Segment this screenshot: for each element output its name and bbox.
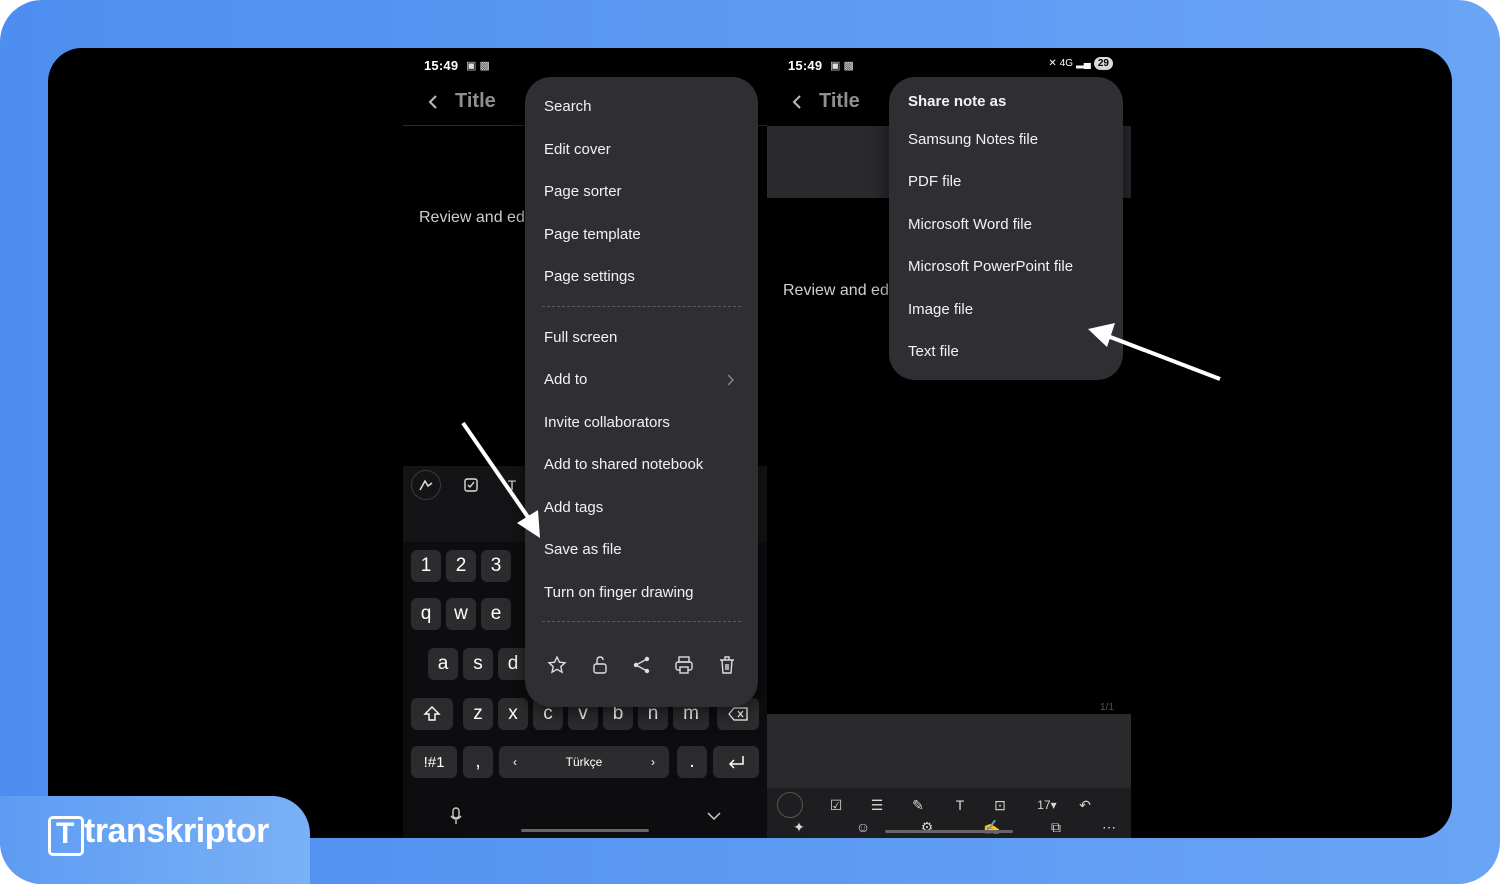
status-notification-icons: ▣ ▩ [830,60,854,72]
brand-name: transkriptor [84,812,269,850]
key-1[interactable]: 1 [411,550,441,582]
font-size-dropdown[interactable]: 17 ▾ [1029,794,1065,816]
settings-icon[interactable]: ⚙ [916,816,938,838]
share-item-pdf[interactable]: PDF file [908,173,961,190]
unlock-icon[interactable] [590,655,610,675]
status-icons: ✕ 4G ▂▄ 29 [1048,57,1113,70]
key-s[interactable]: s [463,648,493,680]
page-indicator: 1/1 [1100,702,1114,713]
checkbox-icon[interactable] [460,474,482,496]
convert-icon[interactable]: ⧉ [1045,816,1067,838]
menu-item-save-as-file[interactable]: Save as file [544,541,622,558]
language-label: Türkçe [565,755,603,769]
key-e[interactable]: e [481,598,511,630]
battery-indicator: 29 [1093,57,1113,70]
pen-icon[interactable] [777,792,803,818]
key-w[interactable]: w [446,598,476,630]
print-icon[interactable] [674,655,694,675]
space-key[interactable]: ‹ Türkçe › [499,746,669,778]
share-item-powerpoint[interactable]: Microsoft PowerPoint file [908,258,1073,275]
shift-icon [423,706,441,721]
note-header: Title [425,90,496,113]
symbols-key[interactable]: !#1 [411,746,457,778]
status-time: 15:49 [424,58,459,73]
menu-item-invite-collaborators[interactable]: Invite collaborators [544,414,670,431]
key-x[interactable]: x [498,698,528,730]
menu-item-page-sorter[interactable]: Page sorter [544,183,622,200]
menu-separator [542,621,741,622]
note-body-text[interactable]: Review and ed [783,282,889,300]
nav-handle [885,830,1013,833]
handwriting-icon[interactable]: ✍ [981,816,1003,838]
language-left-icon: ‹ [513,755,517,769]
textbox-icon[interactable]: ⊡ [989,794,1011,816]
highlighter-icon[interactable]: ✎ [907,794,929,816]
pen-icon[interactable] [411,470,441,500]
share-menu-heading: Share note as [908,93,1007,110]
key-q[interactable]: q [411,598,441,630]
emoji-icon[interactable]: ☺ [852,816,874,838]
menu-separator [542,306,741,307]
brand-logo-icon: T [48,816,84,856]
key-2[interactable]: 2 [446,550,476,582]
menu-item-add-tags[interactable]: Add tags [544,499,603,516]
menu-item-search[interactable]: Search [544,98,592,115]
share-note-menu: Share note as Samsung Notes file PDF fil… [889,77,1123,380]
note-title[interactable]: Title [819,90,860,113]
checkbox-icon[interactable]: ☑ [825,794,847,816]
back-icon[interactable] [789,93,807,111]
network-label: 4G [1059,58,1074,69]
language-right-icon: › [651,755,655,769]
ai-sparkle-icon[interactable]: ✦ [788,816,810,838]
menu-item-page-settings[interactable]: Page settings [544,268,635,285]
back-icon[interactable] [425,93,443,111]
keyboard-hide-icon[interactable] [706,810,722,822]
share-icon[interactable] [632,655,652,675]
backspace-icon [728,707,748,721]
status-time: 15:49 [788,58,823,73]
more-options-menu: Search Edit cover Page sorter Page templ… [525,77,758,707]
menu-item-full-screen[interactable]: Full screen [544,329,617,346]
share-item-text[interactable]: Text file [908,343,959,360]
text-icon[interactable]: T [949,794,971,816]
note-body-text[interactable]: Review and ed [419,209,525,227]
shift-key[interactable] [411,698,453,730]
font-size-value: 17 [1037,798,1051,812]
key-a[interactable]: a [428,648,458,680]
key-d[interactable]: d [498,648,528,680]
more-icon[interactable]: ⋯ [1098,816,1120,838]
menu-item-edit-cover[interactable]: Edit cover [544,141,611,158]
undo-icon[interactable]: ↶ [1074,794,1096,816]
share-item-word[interactable]: Microsoft Word file [908,216,1032,233]
chevron-right-icon [727,374,734,386]
mute-icon: ✕ [1048,58,1057,69]
menu-item-finger-drawing[interactable]: Turn on finger drawing [544,584,694,601]
microphone-icon[interactable] [449,807,463,825]
menu-item-page-template[interactable]: Page template [544,226,641,243]
period-key[interactable]: . [677,746,707,778]
share-item-image[interactable]: Image file [908,301,973,318]
menu-item-add-to[interactable]: Add to [544,371,587,388]
note-header: Title [789,90,860,113]
text-align-icon[interactable]: ☰ [866,794,888,816]
note-title[interactable]: Title [455,90,496,113]
comma-key[interactable]: , [463,746,493,778]
status-notification-icons: ▣ ▩ [466,60,490,72]
enter-key[interactable] [713,746,759,778]
key-z[interactable]: z [463,698,493,730]
nav-handle [521,829,649,832]
signal-icon: ▂▄ [1076,58,1091,69]
share-item-samsung-notes[interactable]: Samsung Notes file [908,131,1038,148]
key-3[interactable]: 3 [481,550,511,582]
text-format-icon[interactable]: T [501,474,523,496]
enter-icon [728,756,744,769]
star-icon[interactable] [547,655,567,675]
menu-item-add-to-shared-notebook[interactable]: Add to shared notebook [544,456,703,473]
trash-icon[interactable] [717,655,737,675]
